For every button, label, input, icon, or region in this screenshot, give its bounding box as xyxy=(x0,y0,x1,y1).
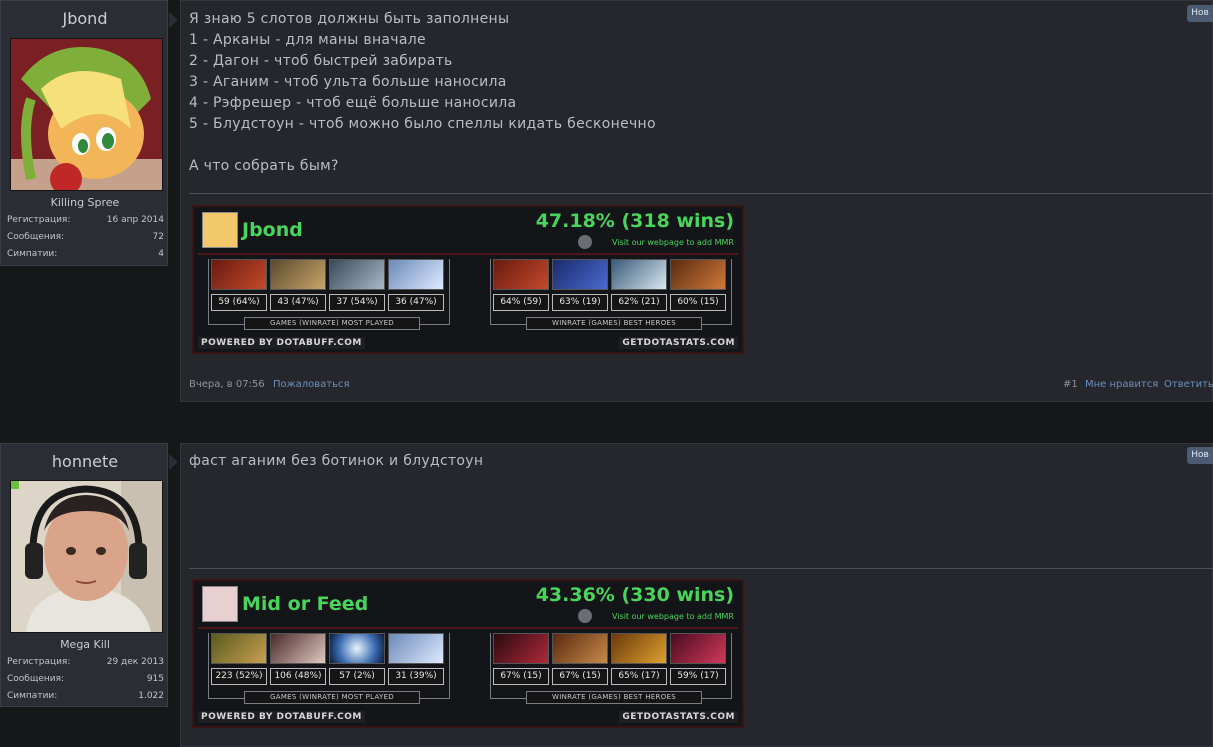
stat-value: 1.022 xyxy=(138,691,164,701)
powered-by: POWERED BY DOTABUFF.COM xyxy=(198,711,365,723)
hero-stat: 59 (64%) xyxy=(211,294,267,311)
username[interactable]: Jbond xyxy=(1,9,169,28)
avatar[interactable] xyxy=(10,38,163,191)
stat-label: Сообщения: xyxy=(7,674,65,684)
stat-messages: Сообщения: 915 xyxy=(7,674,164,684)
hero-portrait xyxy=(493,259,549,290)
new-badge[interactable]: Нов xyxy=(1187,447,1213,464)
site-name: GETDOTASTATS.COM xyxy=(619,711,738,723)
message-pointer xyxy=(169,454,178,470)
new-badge[interactable]: Нов xyxy=(1187,5,1213,22)
most-played-label: GAMES (WINRATE) MOST PLAYED xyxy=(244,691,420,704)
hero-portrait xyxy=(270,259,326,290)
stat-likes: Симпатии: 1.022 xyxy=(7,691,164,701)
post-2: honnete Mega Kill Регистрация: 29 дек 201… xyxy=(0,443,1213,747)
player-icon xyxy=(202,212,238,248)
stat-label: Регистрация: xyxy=(7,657,71,667)
user-rank: Mega Kill xyxy=(60,638,110,651)
stat-messages: Сообщения: 72 xyxy=(7,232,164,242)
hero-portrait xyxy=(493,633,549,664)
hero-stat: 43 (47%) xyxy=(270,294,326,311)
signature-separator xyxy=(189,568,1213,569)
stat-label: Симпатии: xyxy=(7,691,58,701)
hero-portrait xyxy=(388,259,444,290)
site-name: GETDOTASTATS.COM xyxy=(619,337,738,349)
best-heroes-label: WINRATE (GAMES) BEST HEROES xyxy=(526,317,702,330)
stat-value: 72 xyxy=(152,232,164,242)
best-heroes-label: WINRATE (GAMES) BEST HEROES xyxy=(526,691,702,704)
stat-label: Сообщения: xyxy=(7,232,65,242)
hero-portrait xyxy=(211,633,267,664)
divider xyxy=(198,253,738,255)
message-text: Я знаю 5 слотов должны быть заполнены 1 … xyxy=(189,11,656,174)
player-icon xyxy=(202,586,238,622)
hero-portrait xyxy=(611,633,667,664)
user-rank: Killing Spree xyxy=(50,196,120,209)
hero-portrait xyxy=(552,633,608,664)
dota-signature[interactable]: Mid or Feed 43.36% (330 wins) Visit our … xyxy=(192,579,744,728)
stat-value: 915 xyxy=(146,674,164,684)
post-number[interactable]: #1 xyxy=(1063,379,1078,390)
photo-avatar-image xyxy=(11,481,162,632)
hero-stat: 62% (21) xyxy=(611,294,667,311)
stat-value: 4 xyxy=(158,249,164,259)
visit-text: Visit our webpage to add MMR xyxy=(612,238,734,247)
hero-portrait xyxy=(611,259,667,290)
user-panel: honnete Mega Kill Регистрация: 29 дек 201… xyxy=(0,443,168,707)
player-name: Jbond xyxy=(242,219,303,241)
stat-label: Симпатии: xyxy=(7,249,58,259)
user-panel: Jbond Killing Spree Регистрация: 16 апр 2… xyxy=(0,0,168,266)
post-date: Вчера, в 07:56 xyxy=(189,379,265,390)
hero-portrait xyxy=(329,259,385,290)
hero-portrait xyxy=(552,259,608,290)
hero-stat: 106 (48%) xyxy=(270,668,326,685)
hero-portrait xyxy=(270,633,326,664)
player-name: Mid or Feed xyxy=(242,593,369,615)
hero-portrait xyxy=(670,259,726,290)
hero-stat: 59% (17) xyxy=(670,668,726,685)
signature-separator xyxy=(189,193,1213,194)
hero-portrait xyxy=(388,633,444,664)
hero-stat: 65% (17) xyxy=(611,668,667,685)
hero-portrait xyxy=(329,633,385,664)
message-pointer xyxy=(169,12,178,28)
winrate: 43.36% (330 wins) xyxy=(535,584,734,606)
hero-stat: 223 (52%) xyxy=(211,668,267,685)
avatar[interactable] xyxy=(10,480,163,633)
hero-portrait xyxy=(670,633,726,664)
hero-stat: 31 (39%) xyxy=(388,668,444,685)
hero-stat: 67% (15) xyxy=(552,668,608,685)
username[interactable]: honnete xyxy=(1,452,169,471)
like-link[interactable]: Мне нравится xyxy=(1085,379,1158,390)
stat-registration: Регистрация: 29 дек 2013 xyxy=(7,657,164,667)
steam-icon xyxy=(578,609,592,623)
stat-registration: Регистрация: 16 апр 2014 xyxy=(7,215,164,225)
hero-stat: 63% (19) xyxy=(552,294,608,311)
message-text: фаст аганим без ботинок и блудстоун xyxy=(189,453,484,469)
post-1: Jbond Killing Spree Регистрация: 16 апр 2… xyxy=(0,0,1213,402)
divider xyxy=(198,627,738,629)
hero-stat: 67% (15) xyxy=(493,668,549,685)
most-played-label: GAMES (WINRATE) MOST PLAYED xyxy=(244,317,420,330)
hero-stat: 37 (54%) xyxy=(329,294,385,311)
steam-icon xyxy=(578,235,592,249)
hero-stat: 57 (2%) xyxy=(329,668,385,685)
hero-stat: 64% (59) xyxy=(493,294,549,311)
stat-likes: Симпатии: 4 xyxy=(7,249,164,259)
visit-text: Visit our webpage to add MMR xyxy=(612,612,734,621)
stat-value: 16 апр 2014 xyxy=(106,215,164,225)
hero-stat: 60% (15) xyxy=(670,294,726,311)
report-link[interactable]: Пожаловаться xyxy=(273,379,350,390)
pony-avatar-image xyxy=(11,39,162,190)
powered-by: POWERED BY DOTABUFF.COM xyxy=(198,337,365,349)
reply-link[interactable]: Ответить xyxy=(1164,379,1213,390)
winrate: 47.18% (318 wins) xyxy=(535,210,734,232)
hero-stat: 36 (47%) xyxy=(388,294,444,311)
stat-value: 29 дек 2013 xyxy=(106,657,164,667)
hero-portrait xyxy=(211,259,267,290)
dota-signature[interactable]: Jbond 47.18% (318 wins) Visit our webpag… xyxy=(192,205,744,354)
stat-label: Регистрация: xyxy=(7,215,71,225)
